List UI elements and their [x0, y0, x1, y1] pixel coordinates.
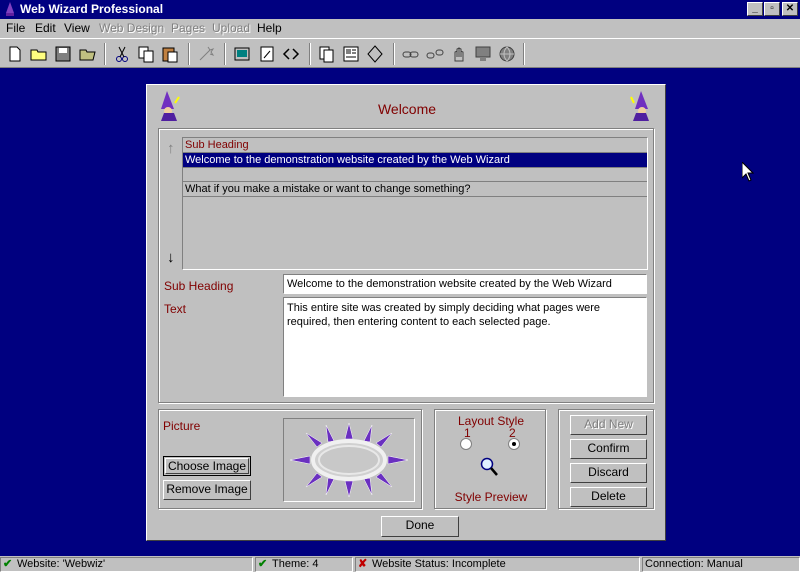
status-theme: ✔ Theme: 4: [255, 557, 353, 572]
menu-upload[interactable]: Upload: [212, 21, 250, 35]
status-theme-text: Theme: 4: [272, 558, 319, 570]
menu-view[interactable]: View: [64, 21, 90, 35]
picture-group: Picture Choose Image Remove Image: [158, 409, 422, 509]
list-item[interactable]: Welcome to the demonstration website cre…: [183, 153, 647, 168]
mouse-pointer-icon: [742, 162, 754, 182]
menu-web-design[interactable]: Web Design: [99, 21, 164, 35]
open-icon[interactable]: [29, 44, 49, 64]
list-item[interactable]: What if you make a mistake or want to ch…: [183, 182, 647, 197]
add-new-button[interactable]: Add New: [570, 415, 647, 435]
paste-icon[interactable]: [160, 44, 180, 64]
text-textarea[interactable]: This entire site was created by simply d…: [283, 297, 647, 397]
close-button[interactable]: ✕: [782, 2, 798, 16]
toolbar-separator: [393, 43, 395, 65]
layout-icon[interactable]: [341, 44, 361, 64]
subheading-input[interactable]: Welcome to the demonstration website cre…: [283, 274, 647, 294]
menu-bar: File Edit View Web Design Pages Upload H…: [0, 19, 800, 38]
status-website-status: ✘ Website Status: Incomplete: [355, 557, 640, 572]
magnifier-icon[interactable]: [479, 456, 499, 478]
toolbar: [0, 38, 800, 68]
copy-icon[interactable]: [136, 44, 156, 64]
edit-icon[interactable]: [257, 44, 277, 64]
dialog-title: Welcome: [377, 101, 437, 117]
radio-selected-dot: [512, 442, 516, 446]
picture-label: Picture: [163, 419, 201, 433]
unlink-icon[interactable]: [425, 44, 445, 64]
cut-icon[interactable]: [112, 44, 132, 64]
status-connection-text: Connection: Manual: [645, 558, 743, 570]
pages-icon[interactable]: [317, 44, 337, 64]
new-icon[interactable]: [5, 44, 25, 64]
sun-graphic-icon: [289, 422, 409, 498]
move-up-arrow-icon[interactable]: ↑: [167, 140, 175, 157]
status-bar: ✔ Website: 'Webwiz' ✔ Theme: 4 ✘ Website St…: [0, 556, 800, 572]
hand-icon[interactable]: [449, 44, 469, 64]
globe-icon[interactable]: [497, 44, 517, 64]
menu-edit[interactable]: Edit: [35, 21, 56, 35]
cross-icon: ✘: [358, 558, 368, 570]
open-folder-icon[interactable]: [78, 44, 98, 64]
check-icon: ✔: [3, 558, 13, 570]
welcome-dialog: Welcome ↑ ↓ Sub Heading Welcome to the d…: [146, 84, 666, 541]
content-group: ↑ ↓ Sub Heading Welcome to the demonstra…: [158, 128, 654, 403]
layout-option-1-radio[interactable]: [460, 438, 472, 450]
toolbar-separator: [188, 43, 190, 65]
menu-file[interactable]: File: [6, 21, 25, 35]
list-item[interactable]: [183, 168, 647, 182]
subheading-label: Sub Heading: [164, 279, 234, 293]
remove-image-button[interactable]: Remove Image: [163, 480, 251, 500]
toolbar-separator: [523, 43, 525, 65]
toolbar-separator: [309, 43, 311, 65]
app-title: Web Wizard Professional: [20, 2, 164, 16]
wizard-app-icon: [6, 2, 14, 16]
menu-help[interactable]: Help: [257, 21, 282, 35]
restore-button[interactable]: ▫: [764, 2, 780, 16]
layout-style-label: Layout Style: [457, 414, 525, 428]
choose-image-button[interactable]: Choose Image: [163, 456, 251, 476]
toolbar-separator: [224, 43, 226, 65]
save-icon[interactable]: [53, 44, 73, 64]
confirm-button[interactable]: Confirm: [570, 439, 647, 459]
done-button[interactable]: Done: [381, 516, 459, 537]
theme-icon[interactable]: [365, 44, 385, 64]
move-down-arrow-icon[interactable]: ↓: [167, 249, 175, 266]
minimize-button[interactable]: _: [747, 2, 763, 16]
picture-preview: [283, 418, 415, 502]
code-icon[interactable]: [281, 44, 301, 64]
delete-button[interactable]: Delete: [570, 487, 647, 507]
status-website-status-text: Website Status: Incomplete: [372, 558, 506, 570]
style-preview-label[interactable]: Style Preview: [435, 490, 547, 504]
preview-icon[interactable]: [232, 44, 252, 64]
list-header: Sub Heading: [183, 138, 647, 153]
link-icon[interactable]: [401, 44, 421, 64]
status-website: ✔ Website: 'Webwiz': [0, 557, 253, 572]
layout-style-group: Layout Style 1 2 Style Preview: [434, 409, 546, 509]
wizard-icon: [630, 91, 649, 121]
check-icon: ✔: [258, 558, 268, 570]
subheading-list[interactable]: Sub Heading Welcome to the demonstration…: [182, 137, 648, 270]
title-bar: Web Wizard Professional _ ▫ ✕: [0, 0, 800, 19]
wizard-icon[interactable]: [196, 44, 216, 64]
monitor-icon[interactable]: [473, 44, 493, 64]
choose-image-label: Choose Image: [165, 458, 249, 474]
discard-button[interactable]: Discard: [570, 463, 647, 483]
menu-pages[interactable]: Pages: [171, 21, 205, 35]
status-website-text: Website: 'Webwiz': [17, 558, 106, 570]
text-label: Text: [164, 302, 187, 316]
action-group: Add New Confirm Discard Delete: [558, 409, 654, 509]
toolbar-separator: [104, 43, 106, 65]
layout-option-2-radio[interactable]: [508, 438, 520, 450]
status-connection: Connection: Manual: [642, 557, 800, 572]
